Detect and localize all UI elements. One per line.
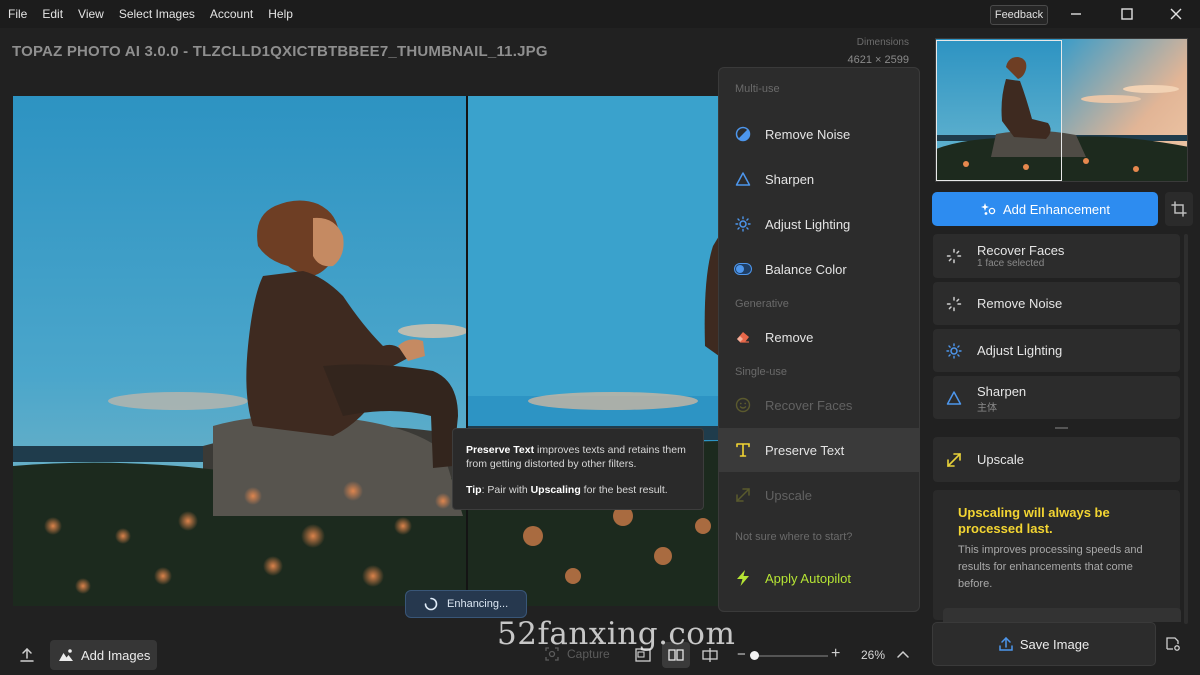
note-title: Upscaling will always be processed last. (958, 505, 1110, 536)
add-images-label: Add Images (81, 647, 151, 663)
add-enhancement-button[interactable]: Add Enhancement (932, 192, 1158, 226)
menu-item-balance-color[interactable]: Balance Color (719, 247, 919, 291)
menu-item-sharpen[interactable]: Sharpen (719, 157, 919, 201)
menu-item-remove[interactable]: Remove (719, 315, 919, 359)
spinner-icon (424, 597, 438, 611)
sun-icon (734, 215, 752, 233)
diagonal-arrow-icon (945, 451, 963, 469)
minimize-icon[interactable] (1066, 4, 1086, 24)
add-enhancement-label: Add Enhancement (1003, 201, 1110, 217)
panel-resize-handle[interactable] (1055, 427, 1068, 429)
menu-item-recover-faces[interactable]: Recover Faces (719, 383, 919, 427)
watermark-text: 52fanxing.com (497, 616, 736, 652)
smiley-icon (734, 396, 752, 414)
lightning-icon (734, 569, 752, 587)
triangle-icon (945, 389, 963, 407)
zoom-in-button[interactable]: + (831, 645, 840, 663)
tooltip-tip: Tip: Pair with Upscaling for the best re… (466, 484, 668, 496)
upload-icon (999, 636, 1013, 651)
photo-enhanced-preview (468, 96, 719, 606)
navigator-viewport-frame[interactable] (936, 40, 1062, 181)
menu-edit[interactable]: Edit (42, 7, 63, 21)
document-title: TOPAZ PHOTO AI 3.0.0 - TLZCLLD1QXICTBTBB… (12, 43, 548, 60)
sun-icon (945, 342, 963, 360)
note-footer-bar (943, 608, 1181, 622)
menu-account[interactable]: Account (210, 7, 253, 21)
toggle-icon (734, 260, 752, 278)
section-single-use: Single-use (735, 366, 787, 378)
add-enhancement-menu: Multi-use Remove Noise Sharpen Adjust Li… (718, 67, 920, 612)
close-icon[interactable] (1166, 4, 1186, 24)
section-generative: Generative (735, 298, 789, 310)
enhanced-image-pane (468, 96, 719, 606)
triangle-icon (734, 170, 752, 188)
enhancement-adjust-lighting[interactable]: Adjust Lighting (933, 329, 1180, 372)
menu-item-upscale[interactable]: Upscale (719, 473, 919, 517)
diagonal-arrow-icon (734, 486, 752, 504)
menu-view[interactable]: View (78, 7, 104, 21)
menu-file[interactable]: File (8, 7, 27, 21)
crop-icon (1171, 201, 1187, 217)
dimensions-label: Dimensions (856, 37, 909, 48)
enhancement-recover-faces[interactable]: Recover Faces 1 face selected (933, 234, 1180, 278)
menu-item-remove-noise[interactable]: Remove Noise (719, 112, 919, 156)
image-canvas[interactable] (13, 96, 719, 606)
upscale-info-note: Upscaling will always be processed last.… (933, 490, 1180, 620)
autopilot-hint: Not sure where to start? (735, 531, 853, 543)
save-image-label: Save Image (1019, 636, 1090, 652)
menu-help[interactable]: Help (268, 7, 293, 21)
half-circle-icon (734, 125, 752, 143)
menu-select-images[interactable]: Select Images (119, 7, 195, 21)
image-mountain-icon (59, 649, 73, 661)
enhancing-status: Enhancing... (405, 590, 527, 618)
section-multi-use: Multi-use (735, 83, 780, 95)
zoom-value: 26% (861, 648, 886, 662)
enhancement-sharpen[interactable]: Sharpen 主体 (933, 376, 1180, 419)
add-images-button[interactable]: Add Images (50, 640, 157, 670)
loading-ring-icon (945, 295, 963, 313)
menu-item-adjust-lighting[interactable]: Adjust Lighting (719, 202, 919, 246)
enhancing-label: Enhancing... (447, 598, 509, 610)
menu-item-apply-autopilot[interactable]: Apply Autopilot (719, 556, 919, 600)
right-panel-scrollbar[interactable] (1184, 234, 1188, 624)
tooltip-description: Preserve Text improves texts and retains… (466, 444, 686, 470)
original-image-pane (13, 96, 466, 606)
enhancement-upscale[interactable]: Upscale (933, 437, 1180, 482)
export-gear-icon (1166, 637, 1180, 651)
dimensions-value: 4621 × 2599 (847, 54, 909, 66)
save-image-button[interactable]: Save Image (932, 622, 1156, 666)
maximize-icon[interactable] (1117, 4, 1137, 24)
sparkle-icon (981, 203, 996, 215)
zoom-slider-track[interactable] (752, 655, 828, 657)
eraser-icon (734, 328, 752, 346)
loading-ring-icon (945, 247, 963, 265)
menu-item-preserve-text[interactable]: Preserve Text (719, 428, 919, 472)
feedback-button[interactable]: Feedback (990, 5, 1048, 25)
enhancement-remove-noise[interactable]: Remove Noise (933, 282, 1180, 325)
chevron-up-icon[interactable] (896, 648, 910, 662)
note-body: This improves processing speeds and resu… (958, 544, 1143, 590)
preserve-text-tooltip: Preserve Text improves texts and retains… (452, 428, 704, 510)
text-t-icon (734, 441, 752, 459)
crop-button[interactable] (1165, 192, 1193, 226)
photo-woman-on-rock (13, 96, 466, 606)
upload-icon[interactable] (18, 646, 36, 664)
bottom-toolbar: Add Images Capture − + 26% (0, 637, 930, 675)
zoom-slider-thumb[interactable] (749, 651, 759, 660)
zoom-out-button[interactable]: − (737, 646, 746, 663)
export-settings-button[interactable] (1156, 622, 1190, 666)
